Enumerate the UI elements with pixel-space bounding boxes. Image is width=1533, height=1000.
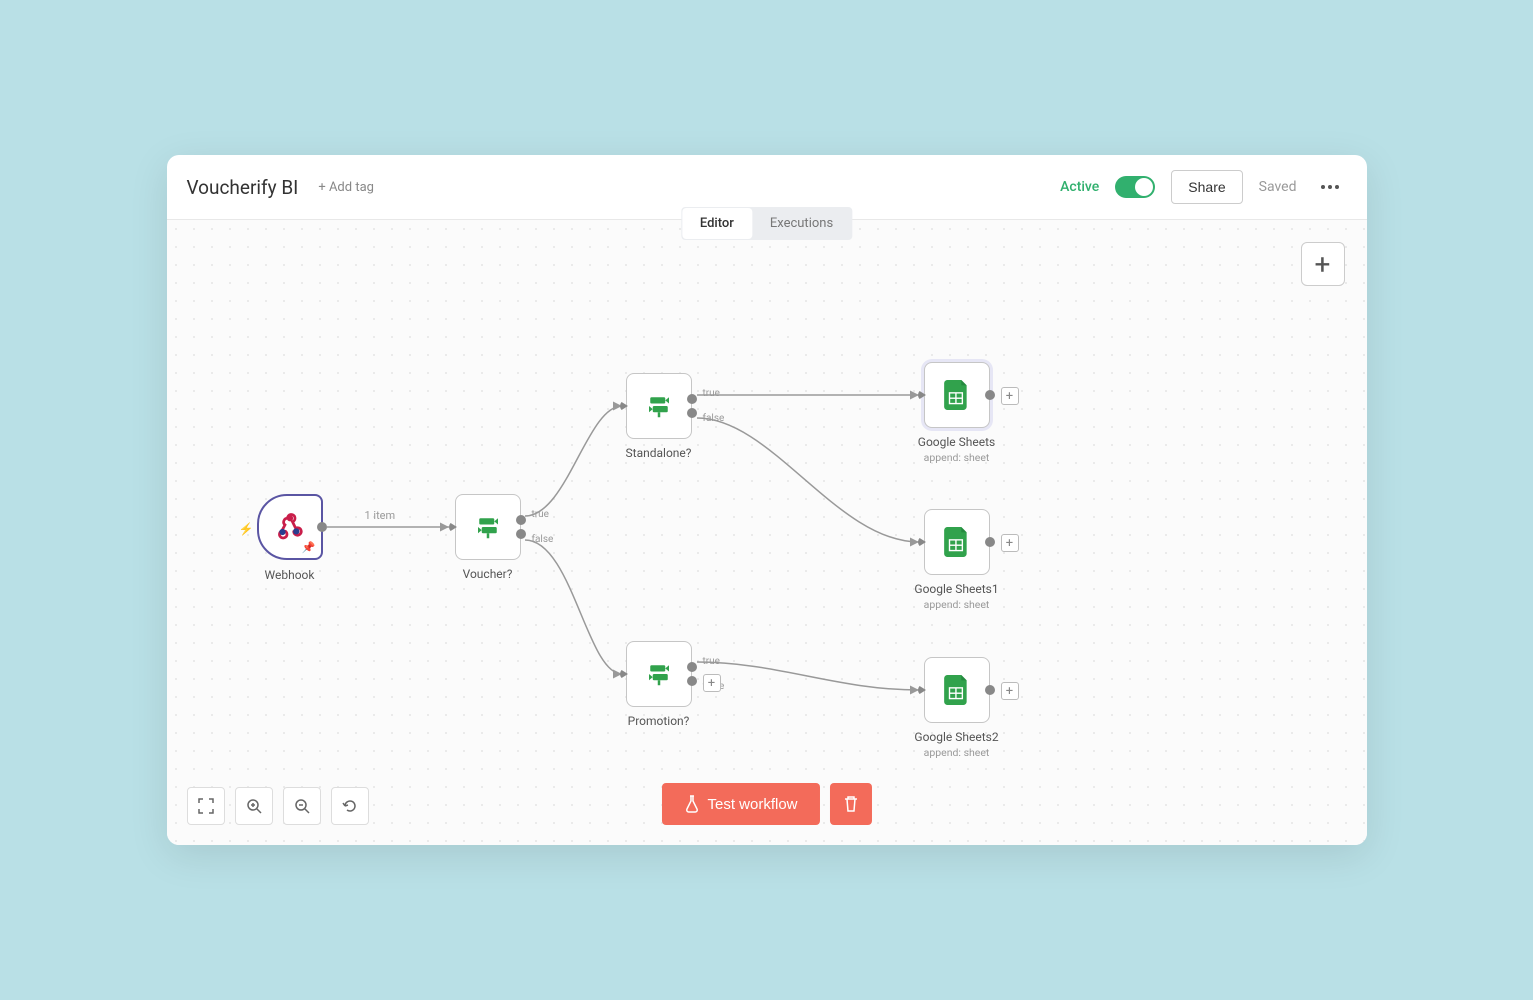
port-in[interactable] [918,685,926,695]
canvas-toolbar [187,787,369,825]
node-title: Google Sheets2 [914,730,998,744]
node-title: Webhook [265,568,315,582]
port-label-false: false [703,413,725,424]
zoom-in-button[interactable] [235,787,273,825]
edge-label-items: 1 item [365,509,396,522]
port-out-false[interactable] [687,408,697,418]
active-status-label: Active [1060,179,1099,195]
port-in[interactable] [620,669,628,679]
switch-icon [473,512,503,542]
tab-executions[interactable]: Executions [752,208,851,239]
google-sheets-icon [944,675,970,705]
node-title: Standalone? [626,446,692,460]
node-standalone[interactable]: true false Standalone? [626,373,692,439]
port-out-true[interactable] [687,394,697,404]
test-workflow-button[interactable]: Test workflow [661,783,819,825]
toggle-knob [1135,178,1153,196]
header-actions: Active Share Saved [1060,170,1346,204]
port-out[interactable] [317,522,327,532]
more-menu-button[interactable] [1313,177,1347,197]
workflow-canvas[interactable]: + 1 item ⚡ [167,220,1367,845]
add-connection-button[interactable]: + [703,674,721,692]
port-out[interactable] [985,685,995,695]
app-window: Voucherify BI + Add tag Active Share Sav… [167,155,1367,845]
zoom-out-button[interactable] [283,787,321,825]
node-promotion[interactable]: true false + Promotion? [626,641,692,707]
port-out-false[interactable] [687,676,697,686]
port-in[interactable] [449,522,457,532]
lightning-icon: ⚡ [239,522,254,536]
switch-icon [644,659,674,689]
port-label-false: false [532,534,554,545]
node-google-sheets1[interactable]: + Google Sheets1 append: sheet [924,509,990,575]
add-tag-button[interactable]: + Add tag [318,180,374,195]
saved-status: Saved [1259,179,1297,195]
workflow-name[interactable]: Voucherify BI [187,176,299,199]
port-out[interactable] [985,537,995,547]
port-out-false[interactable] [516,529,526,539]
port-label-true: true [703,656,720,667]
node-google-sheets2[interactable]: + Google Sheets2 append: sheet [924,657,990,723]
undo-icon [342,798,358,814]
add-connection-button[interactable]: + [1001,682,1019,700]
node-google-sheets[interactable]: + Google Sheets append: sheet [924,362,990,428]
delete-button[interactable] [830,783,872,825]
port-in[interactable] [918,537,926,547]
webhook-icon [275,512,305,542]
port-label-true: true [703,388,720,399]
active-toggle[interactable] [1115,176,1155,198]
zoom-out-icon [294,798,310,814]
node-title: Google Sheets [918,435,995,449]
zoom-in-icon [246,798,262,814]
node-webhook[interactable]: ⚡ 📌 Webhook [257,494,323,560]
port-out[interactable] [985,390,995,400]
add-node-button[interactable]: + [1301,242,1345,286]
port-out-true[interactable] [516,515,526,525]
add-connection-button[interactable]: + [1001,387,1019,405]
flask-icon [683,795,699,813]
node-title: Google Sheets1 [914,582,998,596]
port-in[interactable] [918,390,926,400]
test-workflow-label: Test workflow [707,796,797,813]
share-button[interactable]: Share [1171,170,1242,204]
add-connection-button[interactable]: + [1001,534,1019,552]
switch-icon [644,391,674,421]
node-title: Promotion? [628,714,690,728]
edge-layer [167,220,1367,845]
fullscreen-icon [198,798,214,814]
node-subtitle: append: sheet [924,598,990,611]
port-out-true[interactable] [687,662,697,672]
pin-icon: 📌 [302,541,316,554]
node-subtitle: append: sheet [924,746,990,759]
port-in[interactable] [620,401,628,411]
node-title: Voucher? [463,567,513,581]
plus-icon: + [1315,248,1331,281]
bottom-actions: Test workflow [661,783,871,825]
google-sheets-icon [944,527,970,557]
google-sheets-icon [944,380,970,410]
node-subtitle: append: sheet [924,451,990,464]
tab-editor[interactable]: Editor [682,208,752,239]
undo-button[interactable] [331,787,369,825]
view-tabs: Editor Executions [681,207,852,240]
fit-view-button[interactable] [187,787,225,825]
trash-icon [843,795,859,813]
port-label-true: true [532,509,549,520]
node-voucher[interactable]: true false Voucher? [455,494,521,560]
